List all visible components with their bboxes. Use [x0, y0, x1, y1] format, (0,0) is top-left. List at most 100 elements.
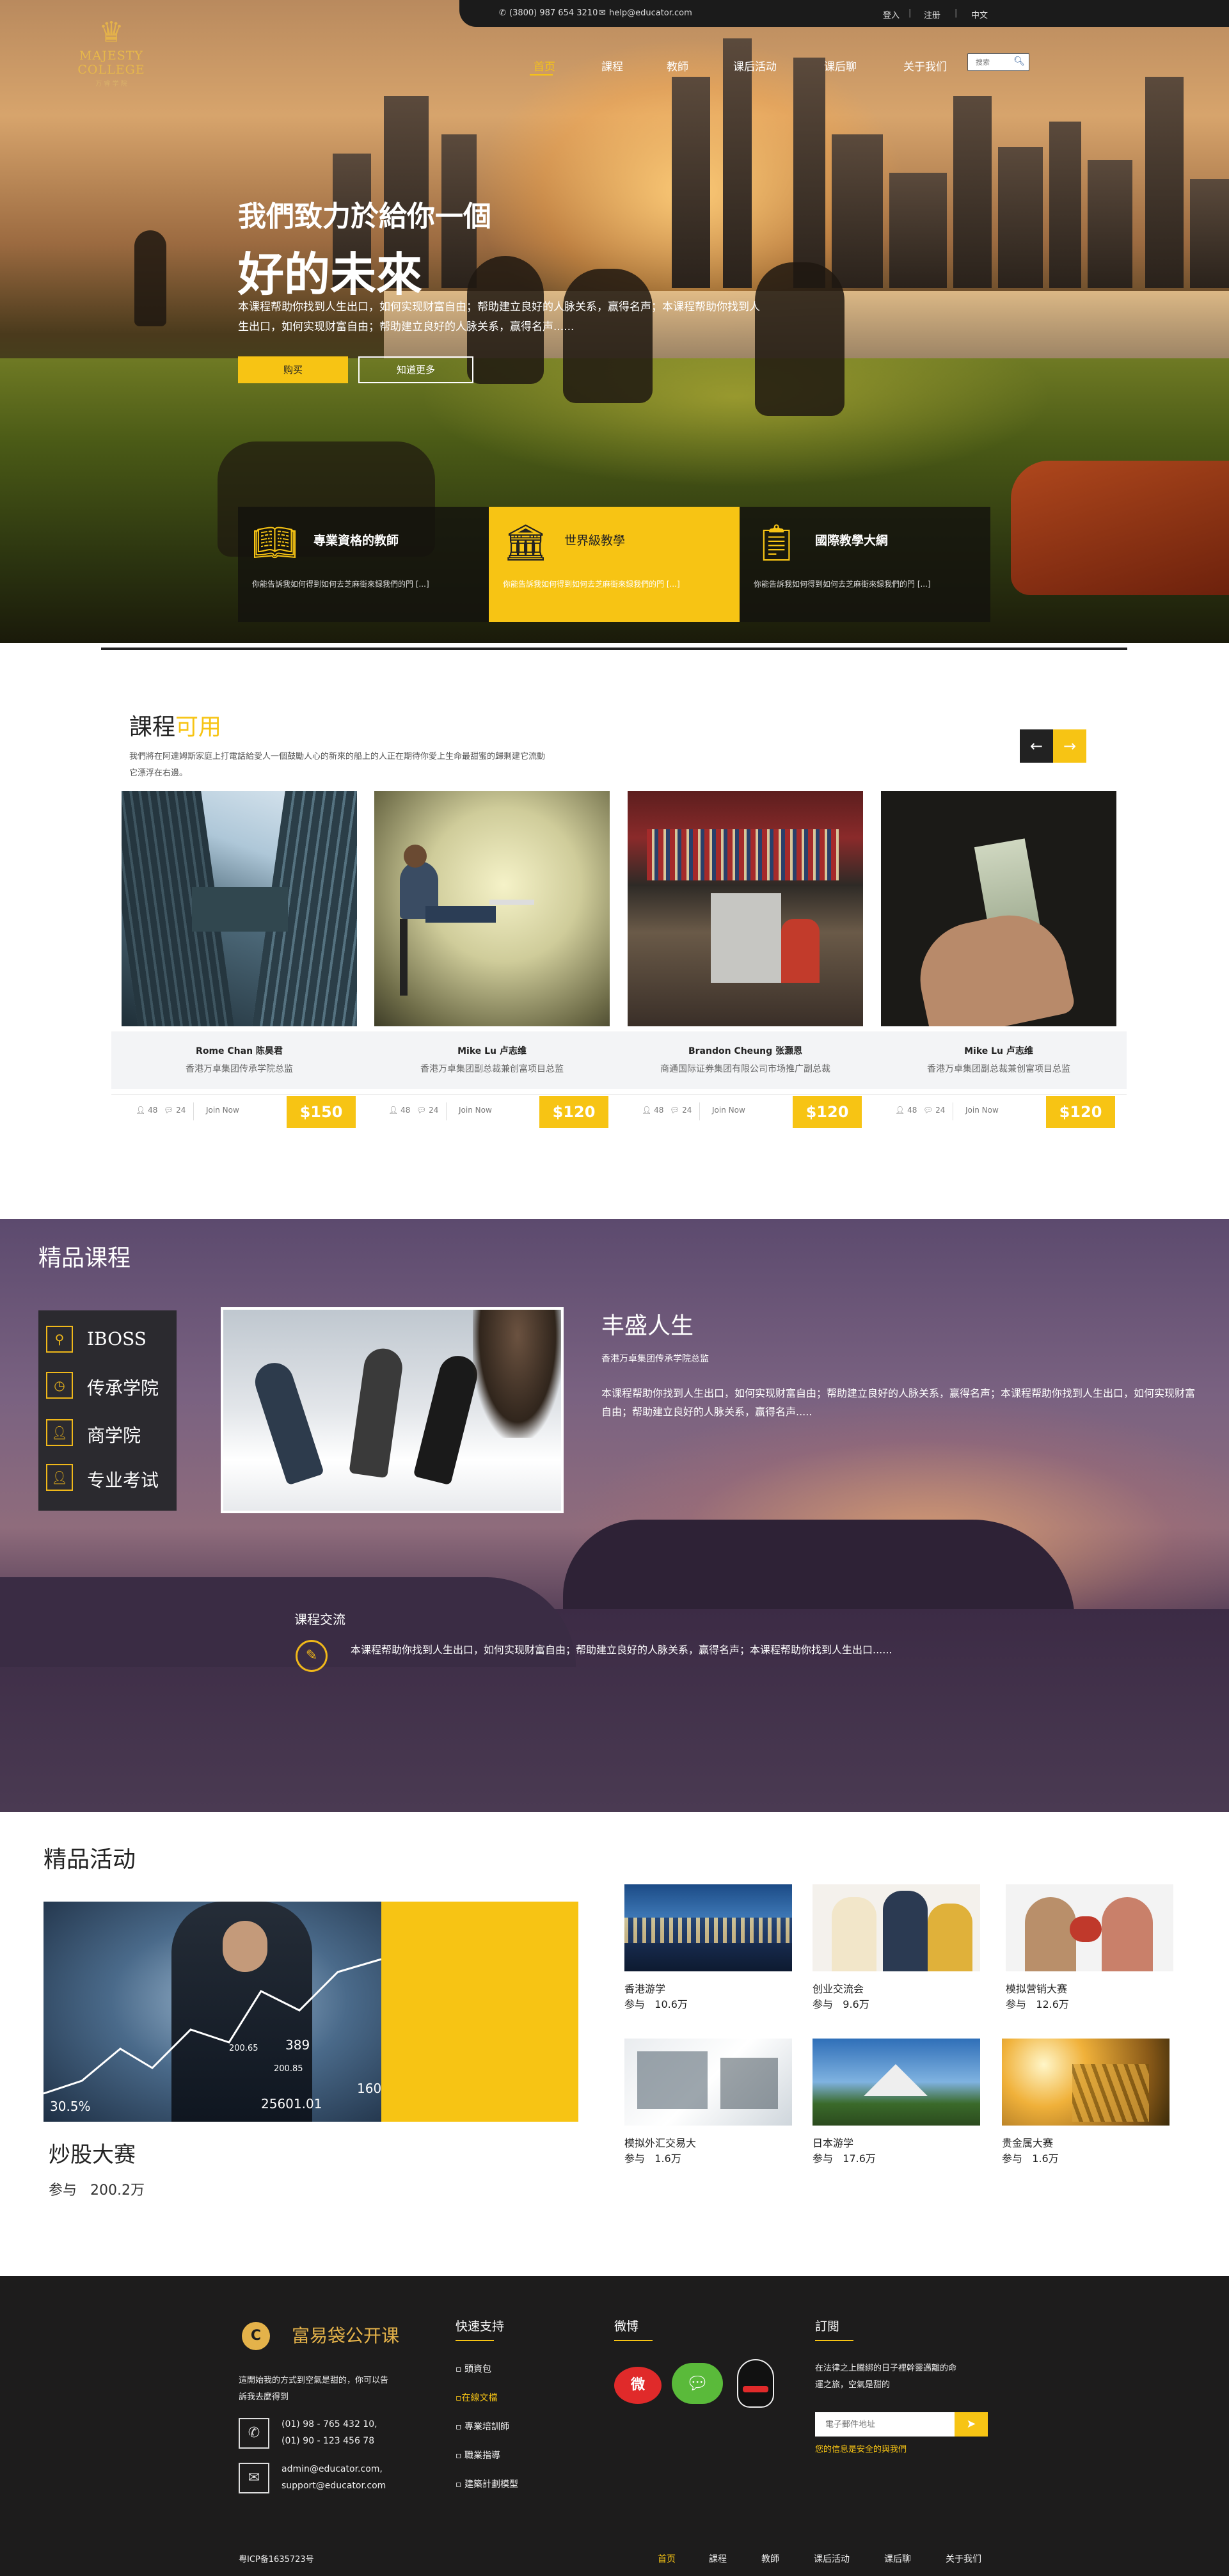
- subscribe-title: 訂閱: [815, 2319, 840, 2334]
- menu-item-business[interactable]: 👤︎ 商学院: [46, 1411, 174, 1450]
- user-icon: 👤︎: [136, 1106, 146, 1115]
- teacher-role: 香港万卓集团副总裁兼创富项目总监: [420, 1064, 564, 1074]
- nav-chat[interactable]: 课后聊: [824, 58, 857, 74]
- menu-item-heritage[interactable]: ◷ 传承学院: [46, 1364, 174, 1403]
- join-now-link[interactable]: Join Now: [459, 1106, 492, 1115]
- footer-nav-teachers[interactable]: 教師: [761, 2552, 779, 2565]
- person-silhouette: [134, 230, 166, 326]
- feature-card-world-class[interactable]: 🏛︎ 世界級教學 你能告訴我如何得到如何去芝麻街來録我們的門 [...]: [489, 507, 740, 622]
- course-card[interactable]: Rome Chan 陈昊君 香港万卓集团传承学院总监 👤︎ 48 💬︎ 24 J…: [111, 791, 367, 1136]
- footer-brand-name: 富易袋公开课: [292, 2325, 400, 2346]
- footer-nav-about[interactable]: 关于我们: [946, 2552, 981, 2565]
- prev-arrow-button[interactable]: ←: [1020, 729, 1053, 763]
- activity-card[interactable]: 创业交流会 参与 9.6万: [813, 1884, 980, 2012]
- footer-email1[interactable]: admin@educator.com,: [281, 2464, 383, 2474]
- clipboard-icon: 📋︎: [754, 522, 800, 564]
- login-link[interactable]: 登入: [883, 8, 900, 20]
- main-activity-card[interactable]: 200.65 200.85 389 25601.01 160 30.5%: [44, 1902, 578, 2122]
- menu-item-exams[interactable]: 👤︎ 专业考试: [46, 1456, 174, 1495]
- teacher-name: Rome Chan 陈昊君: [196, 1046, 283, 1056]
- menu-item-label: 传承学院: [87, 1378, 159, 1399]
- menu-item-label: 商学院: [87, 1425, 141, 1446]
- logo[interactable]: ♛ MAJESTY COLLEGE 万 睿 学 院: [60, 17, 163, 93]
- course-card[interactable]: Brandon Cheung 张灏恩 商通国际证券集团有限公司市场推广副总裁 👤…: [617, 791, 873, 1136]
- nav-courses[interactable]: 課程: [601, 58, 623, 74]
- course-image: [881, 791, 1116, 1026]
- comments-count: 💬︎ 24: [670, 1106, 692, 1115]
- activity-name: 贵金属大赛: [1002, 2137, 1054, 2149]
- main-activity-name: 炒股大赛: [49, 2142, 136, 2168]
- activity-name: 模拟营销大赛: [1006, 1983, 1068, 1995]
- activity-card[interactable]: 模拟营销大赛 参与 12.6万: [1006, 1884, 1173, 2012]
- course-price: $120: [1046, 1096, 1115, 1128]
- quick-link[interactable]: ▫ 建築計劃模型: [456, 2477, 518, 2490]
- weibo-icon[interactable]: 微: [614, 2367, 662, 2404]
- wechat-icon[interactable]: 💬︎: [672, 2363, 723, 2404]
- footer-nav-home[interactable]: 首页: [658, 2552, 676, 2565]
- quick-link[interactable]: ▫ 專業培訓師: [456, 2420, 509, 2433]
- nav-activities[interactable]: 课后活动: [733, 58, 777, 74]
- next-arrow-button[interactable]: →: [1053, 729, 1086, 763]
- quick-link[interactable]: ▫在線文檔: [456, 2391, 498, 2404]
- course-card[interactable]: Mike Lu 卢志维 香港万卓集团副总裁兼创富项目总监 👤︎ 48 💬︎ 24…: [364, 791, 620, 1136]
- nav-teachers[interactable]: 教師: [667, 58, 688, 74]
- activity-card[interactable]: 贵金属大赛 参与 1.6万: [1002, 2039, 1170, 2167]
- phone-icon: ✆: [239, 2418, 269, 2449]
- nav-about[interactable]: 关于我们: [903, 58, 947, 74]
- clock-icon: ◷: [46, 1372, 73, 1399]
- qq-icon[interactable]: [737, 2359, 774, 2408]
- quick-link[interactable]: ▫ 頭資包: [456, 2362, 491, 2375]
- nav-home[interactable]: 首页: [534, 58, 555, 74]
- title-underline: [614, 2340, 653, 2341]
- footer-email2[interactable]: support@educator.com: [281, 2481, 386, 2491]
- footer-nav-courses[interactable]: 課程: [709, 2552, 727, 2565]
- skyline-building: [793, 58, 825, 288]
- icp-number: 粤ICP备1635723号: [239, 2555, 314, 2564]
- activity-participants: 参与 17.6万: [813, 2152, 876, 2165]
- activities-title: 精品活动: [44, 1847, 136, 1873]
- user-icon: 👤︎: [895, 1106, 905, 1115]
- join-now-link[interactable]: Join Now: [206, 1106, 239, 1115]
- language-link[interactable]: 中文: [971, 8, 988, 20]
- location-icon: ⚲: [46, 1326, 73, 1353]
- course-image: [628, 791, 863, 1026]
- logo-name: MAJESTY COLLEGE: [77, 49, 145, 77]
- teacher-name: Mike Lu 卢志维: [964, 1046, 1033, 1056]
- courses-description: 我們將在阿達姆斯家庭上打電話給愛人一個鼓勵人心的新來的船上的人正在期待你愛上生命…: [129, 752, 546, 778]
- comments-count: 💬︎ 24: [164, 1106, 186, 1115]
- divider: |: [955, 8, 958, 18]
- activity-card[interactable]: 日本游学 参与 17.6万: [813, 2039, 980, 2167]
- join-now-link[interactable]: Join Now: [712, 1106, 745, 1115]
- send-icon[interactable]: ➤: [955, 2412, 988, 2437]
- activity-participants: 参与 10.6万: [624, 1998, 688, 2010]
- search-icon[interactable]: 🔍︎: [1013, 56, 1025, 67]
- join-now-link[interactable]: Join Now: [965, 1106, 999, 1115]
- feature-card-teachers[interactable]: 📖︎ 專業資格的教師 你能告訴我如何得到如何去芝麻街來録我們的門 [...]: [238, 507, 489, 622]
- courses-title-text: 課程: [129, 714, 176, 740]
- search-input[interactable]: [968, 54, 1010, 70]
- skyline-building: [953, 96, 992, 288]
- course-image: [374, 791, 610, 1026]
- email-link[interactable]: help@educator.com: [609, 8, 692, 18]
- menu-item-label: 专业考试: [87, 1470, 159, 1491]
- footer-nav-activities[interactable]: 课后活动: [814, 2552, 850, 2565]
- learn-more-button[interactable]: 知道更多: [358, 356, 473, 383]
- footer-nav-chat[interactable]: 课后聊: [884, 2552, 911, 2565]
- activity-card[interactable]: 模拟外汇交易大 参与 1.6万: [624, 2039, 792, 2167]
- activity-name: 创业交流会: [813, 1983, 864, 1995]
- menu-item-iboss[interactable]: ⚲ IBOSS: [46, 1318, 174, 1356]
- course-card[interactable]: Mike Lu 卢志维 香港万卓集团副总裁兼创富项目总监 👤︎ 48 💬︎ 24…: [871, 791, 1127, 1136]
- buy-button[interactable]: 购买: [238, 356, 348, 383]
- skyline-building: [672, 77, 710, 288]
- brand-logo-icon: C: [242, 2322, 270, 2350]
- quick-link[interactable]: ▫ 職業指導: [456, 2449, 500, 2461]
- feature-course-desc: 本课程帮助你找到人生出口，如何实现财富自由；帮助建立良好的人脉关系，赢得名声；本…: [601, 1387, 1196, 1418]
- crown-icon: ♛: [99, 16, 124, 49]
- feature-card-syllabus[interactable]: 📋︎ 國際教學大綱 你能告訴我如何得到如何去芝麻街來録我們的門 [...]: [740, 507, 990, 622]
- japan-study-image: [813, 2039, 980, 2126]
- activity-card[interactable]: 香港游学 参与 10.6万: [624, 1884, 792, 2012]
- feature-course-subtitle: 香港万卓集团传承学院总监: [601, 1354, 709, 1364]
- register-link[interactable]: 注册: [924, 8, 940, 20]
- course-price: $120: [539, 1096, 608, 1128]
- email-subscribe-input[interactable]: [815, 2412, 955, 2437]
